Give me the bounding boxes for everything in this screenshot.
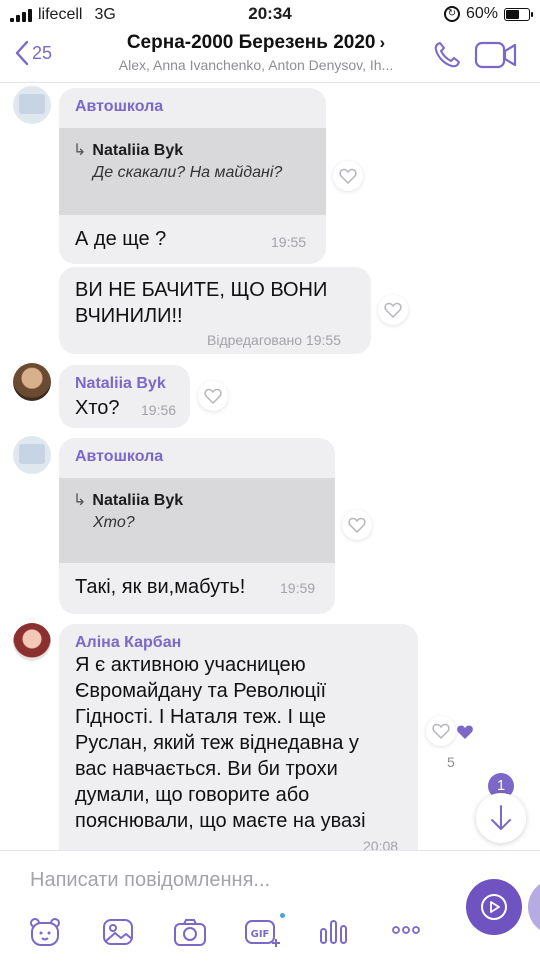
poll-button[interactable]: [318, 917, 350, 952]
heart-outline-icon: [384, 302, 402, 318]
message-text-line: Я є активною учасницею: [75, 654, 306, 676]
avatar-autoshkola[interactable]: [13, 86, 51, 124]
avatar-autoshkola[interactable]: [13, 436, 51, 474]
message-text-line: ВЧИНИЛИ!!: [75, 305, 183, 327]
heart-outline-icon: [204, 388, 222, 404]
play-circle-icon: [481, 894, 507, 920]
edited-label: Відредаговано: [207, 332, 303, 348]
svg-text:GIF: GIF: [251, 929, 270, 940]
send-video-message-button[interactable]: [466, 879, 522, 935]
camera-icon: [174, 919, 206, 946]
message-text: Такі, як ви,мабуть!: [75, 576, 246, 598]
bear-sticker-icon: [30, 918, 60, 946]
message-text: Хто?: [75, 397, 120, 419]
message-bubble[interactable]: Nataliia Byk Хто? 19:56: [59, 365, 190, 428]
gallery-button[interactable]: [102, 917, 134, 952]
message-input[interactable]: Написати повідомлення...: [30, 869, 270, 892]
like-count: 5: [447, 754, 455, 770]
message-bubble[interactable]: Аліна Карбан Я є активною учасницею Євро…: [59, 624, 418, 850]
avatar-alina-karban[interactable]: [13, 623, 51, 661]
composer: Написати повідомлення... GIF: [0, 850, 540, 961]
message-text-line: Євромайдану та Революції: [75, 680, 327, 702]
reply-quote[interactable]: ↳ Nataliia Byk Хто?: [59, 478, 335, 563]
message-time: 19:56: [141, 402, 177, 418]
gif-icon: GIF: [245, 920, 280, 947]
back-count: 25: [32, 42, 53, 63]
reply-quote[interactable]: ↳ Nataliia Byk Де скакали? На майдані?: [59, 128, 326, 215]
chevron-left-icon: [15, 40, 29, 66]
message-sender: Аліна Карбан: [75, 634, 182, 651]
battery-icon: [504, 7, 533, 21]
message-text-line: Руслан, який теж віднедавна у: [75, 732, 359, 754]
message-bubble[interactable]: Автошкола ↳ Nataliia Byk Хто? Такі, як ви…: [59, 438, 335, 614]
video-call-button[interactable]: [474, 41, 518, 74]
avatar-nataliia-byk[interactable]: [13, 363, 51, 401]
gallery-icon: [103, 919, 133, 945]
reply-quote-text: Де скакали? На майдані?: [93, 164, 283, 181]
battery-percent: 60%: [465, 5, 498, 22]
new-indicator-dot: [280, 913, 285, 918]
heart-outline-icon: [339, 168, 357, 184]
like-button[interactable]: [378, 295, 408, 325]
call-button[interactable]: [432, 40, 462, 75]
more-dots-icon: [392, 926, 420, 934]
reply-quote-name: Nataliia Byk: [92, 492, 184, 509]
video-camera-icon: [474, 41, 517, 69]
like-button[interactable]: [333, 161, 363, 191]
chat-header: 25 Серна-2000 Березень 2020 › Alex, Anna …: [0, 30, 540, 83]
message-time: 19:55: [305, 332, 341, 348]
like-button[interactable]: [342, 510, 372, 540]
heart-filled-icon: [456, 724, 474, 745]
gif-button[interactable]: GIF: [244, 917, 282, 952]
chat-title: Серна-2000 Березень 2020: [126, 32, 376, 53]
reply-arrow-icon: ↳: [73, 492, 87, 509]
message-text-line: вас навчається. Ви би трохи: [75, 758, 338, 780]
more-button[interactable]: [391, 923, 421, 942]
orientation-lock-icon: ↻: [443, 6, 460, 22]
heart-outline-icon: [348, 517, 366, 533]
edge-button[interactable]: [528, 879, 540, 935]
status-bar: lifecell 3G 20:34 ↻ 60%: [0, 0, 540, 30]
reply-quote-name: Nataliia Byk: [92, 142, 184, 159]
message-bubble[interactable]: ВИ НЕ БАЧИТЕ, ЩО ВОНИ ВЧИНИЛИ!! Відредаг…: [59, 267, 371, 354]
chat-participants: Alex, Anna Ivanchenko, Anton Denysov, Ih…: [118, 57, 394, 73]
like-button[interactable]: [198, 381, 228, 411]
message-sender: Nataliia Byk: [75, 375, 166, 392]
message-sender: Автошкола: [75, 98, 164, 115]
message-bubble[interactable]: Автошкола ↳ Nataliia Byk Де скакали? На м…: [59, 88, 326, 264]
message-sender: Автошкола: [75, 448, 164, 465]
sticker-button[interactable]: [28, 917, 62, 952]
chat-title-area[interactable]: Серна-2000 Березень 2020 › Alex, Anna Iva…: [86, 32, 426, 73]
message-text-line: Гідності. І Наталя теж. І ще: [75, 706, 326, 728]
arrow-down-icon: [491, 805, 511, 830]
message-text-line: думали, що говорите або: [75, 784, 310, 806]
message-text-line: ВИ НЕ БАЧИТЕ, ЩО ВОНИ: [75, 279, 328, 301]
message-time: 19:59: [280, 580, 316, 596]
message-time: 20:08: [363, 838, 399, 850]
camera-button[interactable]: [173, 917, 207, 952]
heart-outline-icon: [432, 723, 450, 739]
like-button[interactable]: [426, 716, 456, 746]
chevron-right-icon: ›: [379, 33, 386, 52]
scroll-to-bottom-button[interactable]: [476, 793, 526, 843]
reply-arrow-icon: ↳: [73, 142, 87, 159]
chart-bars-icon: [320, 920, 347, 944]
message-list[interactable]: Автошкола ↳ Nataliia Byk Де скакали? На м…: [0, 82, 540, 850]
message-text-line: пояснювали, що маєте на увазі: [75, 810, 366, 832]
back-button[interactable]: 25: [14, 40, 52, 66]
reply-quote-text: Хто?: [93, 514, 135, 531]
phone-icon: [434, 42, 460, 68]
message-time: 19:55: [271, 234, 307, 250]
message-text: А де ще ?: [75, 228, 167, 250]
